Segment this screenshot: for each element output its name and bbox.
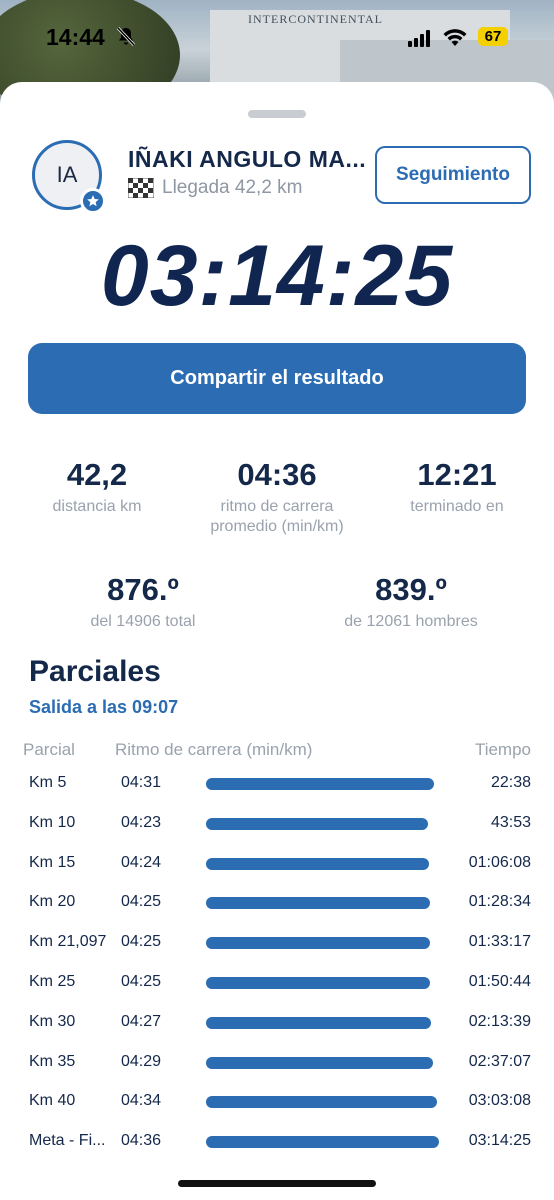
split-pace: 04:34 xyxy=(121,1092,162,1110)
table-row: Km 21,097 04:25 01:33:17 xyxy=(0,925,554,965)
split-pace: 04:36 xyxy=(121,1132,162,1150)
pace-bar xyxy=(206,937,430,950)
split-pace: 04:25 xyxy=(121,893,162,911)
status-time: 14:44 xyxy=(46,24,105,50)
table-row: Meta - Fi... 04:36 03:14:25 xyxy=(0,1124,554,1164)
column-header-split: Parcial xyxy=(23,740,75,759)
split-pace: 04:24 xyxy=(121,853,162,871)
share-result-button[interactable]: Compartir el resultado xyxy=(28,343,526,414)
split-time: 03:14:25 xyxy=(468,1132,531,1150)
stat-finished-at: 12:21 terminado en xyxy=(390,457,524,517)
result-sheet: IA IÑAKI ANGULO MA... Llegada 42,2 km Se… xyxy=(0,82,554,1200)
rank-value: 876.º xyxy=(107,572,179,607)
follow-button[interactable]: Seguimiento xyxy=(375,146,531,204)
stat-label: terminado en xyxy=(410,498,504,515)
runner-name: IÑAKI ANGULO MA... xyxy=(128,146,367,172)
home-indicator[interactable] xyxy=(178,1180,376,1187)
pace-bar xyxy=(206,817,428,830)
table-row: Km 15 04:24 01:06:08 xyxy=(0,846,554,886)
split-label: Km 15 xyxy=(29,853,76,871)
pace-bar xyxy=(206,1016,431,1029)
rank-label: de 12061 hombres xyxy=(344,613,478,630)
split-label: Km 10 xyxy=(29,813,76,831)
split-label: Km 21,097 xyxy=(29,933,107,951)
split-time: 01:28:34 xyxy=(468,893,531,911)
stat-value: 12:21 xyxy=(417,457,497,492)
checkered-flag-icon xyxy=(128,178,154,198)
split-pace: 04:31 xyxy=(121,774,162,791)
status-bar: 14:44 67 xyxy=(0,0,554,72)
split-time: 02:13:39 xyxy=(468,1012,531,1030)
start-time: Salida a las 09:07 xyxy=(29,697,179,717)
split-pace: 04:29 xyxy=(121,1052,162,1070)
finish-distance: Llegada 42,2 km xyxy=(162,177,303,198)
table-row: Km 40 04:34 03:03:08 xyxy=(0,1084,554,1124)
split-time: 43:53 xyxy=(490,813,531,831)
stat-label: distancia km xyxy=(52,498,142,515)
table-row: Km 20 04:25 01:28:34 xyxy=(0,885,554,925)
star-badge-icon xyxy=(80,188,106,214)
pace-bar xyxy=(206,1056,433,1069)
split-label: Km 20 xyxy=(29,893,76,911)
split-label: Km 40 xyxy=(29,1092,76,1110)
split-pace: 04:27 xyxy=(121,1012,162,1030)
wifi-icon xyxy=(443,29,467,46)
stat-average-pace: 04:36 ritmo de carrera promedio (min/km) xyxy=(190,457,364,537)
stat-label: ritmo de carrera promedio (min/km) xyxy=(210,498,344,535)
split-pace: 04:25 xyxy=(121,933,162,951)
split-time: 03:03:08 xyxy=(468,1092,531,1110)
split-time: 01:33:17 xyxy=(468,933,531,951)
column-header-pace: Ritmo de carrera (min/km) xyxy=(115,740,313,759)
rank-men: 839.º de 12061 hombres xyxy=(316,572,506,632)
pace-bar xyxy=(206,778,434,790)
pace-bar xyxy=(206,857,429,870)
sheet-grabber[interactable] xyxy=(248,110,306,118)
rank-value: 839.º xyxy=(375,572,447,607)
split-pace: 04:25 xyxy=(121,972,162,990)
rank-label: del 14906 total xyxy=(90,613,196,630)
split-label: Km 5 xyxy=(29,774,67,791)
table-row: Km 10 04:23 43:53 xyxy=(0,806,554,846)
finish-info: Llegada 42,2 km xyxy=(128,177,303,199)
battery-indicator: 67 xyxy=(478,27,508,46)
pace-bar xyxy=(206,897,430,910)
split-pace: 04:23 xyxy=(121,813,162,831)
table-row: Km 25 04:25 01:50:44 xyxy=(0,965,554,1005)
bell-slash-icon xyxy=(116,26,136,47)
split-time: 22:38 xyxy=(490,774,531,791)
table-row: Km 35 04:29 02:37:07 xyxy=(0,1045,554,1085)
table-row: Km 5 04:31 22:38 xyxy=(0,766,554,806)
pace-bar xyxy=(206,1136,439,1149)
cellular-signal-icon xyxy=(408,29,430,47)
column-header-time: Tiempo xyxy=(474,740,531,759)
finish-time: 03:14:25 xyxy=(100,228,454,324)
stat-distance: 42,2 distancia km xyxy=(30,457,164,517)
stat-value: 04:36 xyxy=(237,457,317,492)
stat-value: 42,2 xyxy=(66,457,128,492)
rank-overall: 876.º del 14906 total xyxy=(60,572,226,632)
splits-title: Parciales xyxy=(29,655,161,688)
split-time: 01:06:08 xyxy=(468,853,531,871)
split-label: Km 25 xyxy=(29,972,76,990)
split-label: Km 30 xyxy=(29,1012,76,1030)
split-time: 01:50:44 xyxy=(468,972,531,990)
split-time: 02:37:07 xyxy=(468,1052,531,1070)
split-label: Km 35 xyxy=(29,1052,76,1070)
table-row: Km 30 04:27 02:13:39 xyxy=(0,1005,554,1045)
pace-bar xyxy=(206,1096,437,1109)
splits-table: Km 5 04:31 22:38 Km 10 04:23 43:53 Km 15 04:2… xyxy=(0,766,554,1164)
pace-bar xyxy=(206,976,430,989)
split-label: Meta - Fi... xyxy=(29,1132,106,1150)
